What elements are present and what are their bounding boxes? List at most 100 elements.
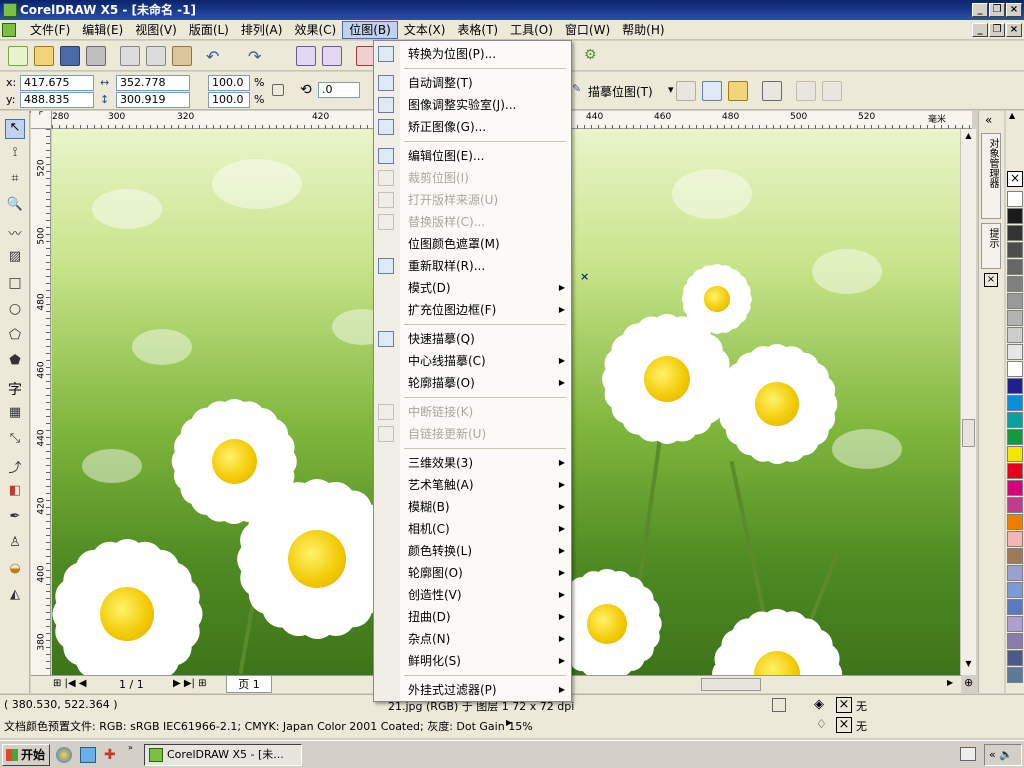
color-swatch[interactable] <box>1007 650 1023 666</box>
height-field[interactable]: 300.919 mm <box>116 92 190 120</box>
crop-tool-icon[interactable]: ⌗ <box>5 171 25 191</box>
color-swatch[interactable] <box>1007 565 1023 581</box>
menu-file[interactable]: 文件(F) <box>24 21 76 39</box>
menu-window[interactable]: 窗口(W) <box>559 21 616 39</box>
color-swatch[interactable] <box>1007 293 1023 309</box>
menu-view[interactable]: 视图(V) <box>129 21 183 39</box>
color-swatch[interactable] <box>1007 242 1023 258</box>
rotation-angle-field[interactable]: .0 <box>318 82 360 98</box>
page-tab[interactable]: 页 1 <box>226 676 272 693</box>
ruler-origin[interactable]: ⌜ <box>31 111 52 129</box>
color-swatch[interactable] <box>1007 344 1023 360</box>
save-icon[interactable] <box>60 46 80 66</box>
menu-item[interactable]: 轮廓描摹(O) ▶ <box>374 372 571 394</box>
lock-ratio-icon[interactable] <box>272 84 284 96</box>
cut-icon[interactable] <box>120 46 140 66</box>
connector-tool-icon[interactable]: ⤴ <box>5 457 25 477</box>
color-swatch[interactable] <box>1007 633 1023 649</box>
print-icon[interactable] <box>86 46 106 66</box>
color-swatch[interactable] <box>1007 276 1023 292</box>
minimize-button[interactable]: _ <box>972 3 988 17</box>
table-tool-icon[interactable]: ▦ <box>5 405 25 425</box>
menu-edit[interactable]: 编辑(E) <box>76 21 129 39</box>
start-button[interactable]: 开始 <box>2 744 50 766</box>
color-swatch[interactable] <box>1007 259 1023 275</box>
menu-item[interactable]: 颜色转换(L) ▶ <box>374 540 571 562</box>
app-quicklaunch-icon[interactable]: ✚ <box>104 747 120 763</box>
menu-item[interactable]: 位图颜色遮罩(M) <box>374 233 571 255</box>
pick-tool-icon[interactable]: ↖ <box>5 119 25 139</box>
zoom-tool-icon[interactable]: 🔍 <box>5 197 25 217</box>
menu-item[interactable]: 创造性(V) ▶ <box>374 584 571 606</box>
zoom-navigator-icon[interactable]: ⊕ <box>964 676 979 693</box>
close-button[interactable]: × <box>1006 3 1022 17</box>
docker-collapse-icon[interactable]: « <box>985 113 992 127</box>
first-page-icon[interactable]: ⊞ |◀ ◀ <box>53 678 87 689</box>
y-position-field[interactable]: 488.835 mm <box>20 92 94 120</box>
fill-swatch-icon[interactable]: × <box>836 697 852 713</box>
doc-close-button[interactable]: × <box>1006 23 1022 37</box>
resample-icon[interactable] <box>702 81 722 101</box>
menu-item[interactable]: 中心线描摹(C) ▶ <box>374 350 571 372</box>
menu-item[interactable]: 模糊(B) ▶ <box>374 496 571 518</box>
color-swatch[interactable] <box>1007 361 1023 377</box>
color-swatch[interactable] <box>1007 531 1023 547</box>
color-swatch[interactable] <box>1007 429 1023 445</box>
rectangle-tool-icon[interactable]: □ <box>5 275 25 295</box>
menu-item[interactable]: 快速描摹(Q) <box>374 328 571 350</box>
color-swatch[interactable] <box>1007 616 1023 632</box>
next-page-icon[interactable]: ▶ ▶| ⊞ <box>173 678 207 689</box>
scale-y-field[interactable]: 100.0 <box>208 92 250 108</box>
menu-item[interactable]: 扭曲(D) ▶ <box>374 606 571 628</box>
vertical-scrollbar[interactable]: ▲ ▼ <box>960 129 976 675</box>
to-back-icon[interactable] <box>822 81 842 101</box>
outline-swatch-icon[interactable]: × <box>836 717 852 733</box>
quicklaunch-expand-icon[interactable]: » <box>128 743 133 752</box>
import-icon[interactable] <box>296 46 316 66</box>
menu-item[interactable]: 轮廓图(O) ▶ <box>374 562 571 584</box>
menu-item[interactable]: 相机(C) ▶ <box>374 518 571 540</box>
menu-arrange[interactable]: 排列(A) <box>235 21 289 39</box>
color-swatch[interactable] <box>1007 480 1023 496</box>
ellipse-tool-icon[interactable]: ○ <box>5 301 25 321</box>
polygon-tool-icon[interactable]: ⬠ <box>5 327 25 347</box>
taskbar-item-coreldraw[interactable]: CorelDRAW X5 - [未... <box>144 744 302 766</box>
chrome-icon[interactable] <box>56 747 72 763</box>
tray-expand-icon[interactable]: « 🔈 <box>984 744 1022 766</box>
menu-text[interactable]: 文本(X) <box>398 21 452 39</box>
undo-icon[interactable]: ↶ <box>206 47 219 66</box>
menu-item[interactable]: 矫正图像(G)... <box>374 116 571 138</box>
color-swatch[interactable] <box>1007 208 1023 224</box>
eyedropper-tool-icon[interactable]: ✒ <box>5 509 25 529</box>
scale-x-field[interactable]: 100.0 <box>208 75 250 91</box>
vertical-ruler[interactable]: 520 500 480 460 440 420 400 380 <box>31 129 51 675</box>
color-profile-text[interactable]: 文档颜色预置文件: RGB: sRGB IEC61966-2.1; CMYK: … <box>4 718 533 734</box>
object-center-marker-icon[interactable]: × <box>580 270 589 283</box>
color-swatch[interactable] <box>1007 667 1023 683</box>
keyboard-tray-icon[interactable] <box>960 747 976 761</box>
menu-item[interactable]: 转换为位图(P)... <box>374 43 571 65</box>
menu-item[interactable]: 编辑位图(E)... <box>374 145 571 167</box>
color-swatch[interactable] <box>1007 327 1023 343</box>
no-color-swatch[interactable]: × <box>1007 171 1023 187</box>
smart-fill-tool-icon[interactable]: ▨ <box>5 249 25 269</box>
color-swatch[interactable] <box>1007 582 1023 598</box>
color-swatch[interactable] <box>1007 310 1023 326</box>
shape-tool-icon[interactable]: ⟟ <box>5 145 25 165</box>
docker-close-icon[interactable]: × <box>984 273 998 287</box>
menu-item[interactable]: 自动调整(T) <box>374 72 571 94</box>
menu-item[interactable]: 三维效果(3) ▶ <box>374 452 571 474</box>
color-swatch[interactable] <box>1007 599 1023 615</box>
color-swatch[interactable] <box>1007 378 1023 394</box>
copy-icon[interactable] <box>146 46 166 66</box>
color-swatch[interactable] <box>1007 395 1023 411</box>
to-front-icon[interactable] <box>796 81 816 101</box>
menu-item[interactable]: 重新取样(R)... <box>374 255 571 277</box>
color-swatch[interactable] <box>1007 548 1023 564</box>
color-swatch[interactable] <box>1007 514 1023 530</box>
freehand-tool-icon[interactable]: 〰 <box>5 223 25 243</box>
ie-icon[interactable] <box>80 747 96 763</box>
menu-bitmaps[interactable]: 位图(B) <box>342 21 398 39</box>
menu-item[interactable]: 杂点(N) ▶ <box>374 628 571 650</box>
menu-item[interactable]: 图像调整实验室(J)... <box>374 94 571 116</box>
